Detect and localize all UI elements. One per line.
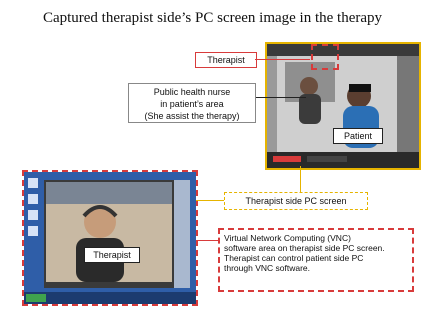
presentation-slide: Captured therapist side’s PC screen imag… (0, 0, 425, 324)
callout-public-health-nurse: Public health nurse in patient’s area (S… (128, 83, 256, 123)
therapist-thumbnail-highlight (311, 44, 339, 70)
callout-therapist-bottom-text: Therapist (93, 250, 131, 260)
callout-pc-screen-text: Therapist side PC screen (245, 196, 347, 206)
connector-vnc (196, 240, 218, 241)
vnc-text-line4: through VNC software. (224, 263, 310, 273)
connector-nurse (256, 97, 306, 98)
nurse-text-line1: Public health nurse (153, 87, 231, 97)
therapist-pc-screenshot (22, 170, 198, 306)
patient-video-image (267, 44, 419, 168)
callout-pc-screen: Therapist side PC screen (224, 192, 368, 210)
callout-therapist-top-text: Therapist (207, 55, 245, 65)
vnc-text-line3: Therapist can control patient side PC (224, 253, 364, 263)
callout-therapist-bottom: Therapist (84, 247, 140, 263)
vnc-text-line1: Virtual Network Computing (VNC) (224, 233, 351, 243)
connector-pc-screen-vertical (300, 166, 301, 192)
vnc-text-line2: software area on therapist side PC scree… (224, 243, 385, 253)
callout-therapist-top: Therapist (195, 52, 257, 68)
slide-title: Captured therapist side’s PC screen imag… (42, 10, 383, 26)
connector-therapist-top (255, 59, 310, 60)
nurse-text-line2: in patient’s area (160, 99, 224, 109)
therapist-pc-image (24, 172, 196, 304)
nurse-text-line3: (She assist the therapy) (144, 111, 240, 121)
callout-patient: Patient (333, 128, 383, 144)
callout-patient-text: Patient (343, 131, 373, 141)
callout-vnc: Virtual Network Computing (VNC) software… (218, 228, 414, 292)
patient-video-screenshot (265, 42, 421, 170)
connector-pc-screen-horizontal (196, 200, 224, 201)
